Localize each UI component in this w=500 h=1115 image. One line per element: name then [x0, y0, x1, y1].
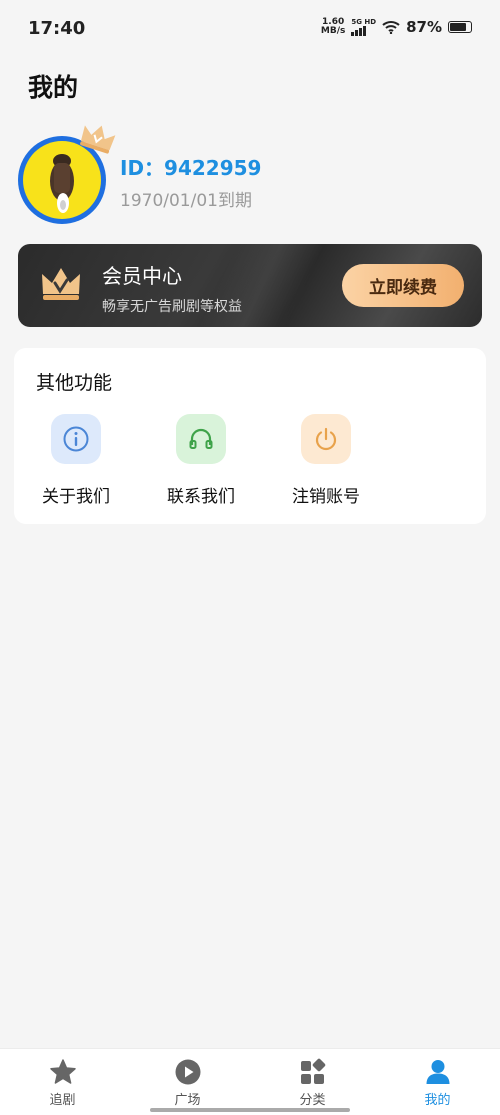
vip-title: 会员中心 [102, 264, 182, 288]
signal-icon: 5G HD [351, 18, 376, 36]
page-title: 我的 [28, 73, 79, 102]
tab-square[interactable]: 广场 [125, 1049, 250, 1115]
home-indicator [150, 1108, 350, 1112]
info-icon [51, 414, 101, 464]
user-icon [426, 1060, 449, 1084]
tab-square-label: 广场 [174, 1093, 201, 1108]
avatar-image [50, 154, 74, 213]
about-us-label: 关于我们 [42, 487, 110, 507]
headset-icon [176, 414, 226, 464]
renew-button[interactable]: 立即续费 [342, 264, 464, 307]
section-title: 其他功能 [36, 372, 113, 394]
battery-percent: 87% [406, 18, 442, 36]
network-speed: 1.60 MB/s [320, 17, 346, 36]
category-icon [300, 1058, 325, 1084]
tab-follow-label: 追剧 [49, 1093, 76, 1108]
membership-expiry: 1970/01/01到期 [120, 191, 252, 211]
user-id: ID：9422959 [120, 156, 262, 180]
delete-account-label: 注销账号 [292, 487, 360, 507]
star-icon [49, 1059, 76, 1084]
tab-follow[interactable]: 追剧 [0, 1049, 125, 1115]
other-functions-card: 其他功能 关于我们 联系我们 注销账号 [14, 348, 486, 524]
vip-subtitle: 畅享无广告刷剧等权益 [102, 299, 242, 315]
tab-mine[interactable]: 我的 [375, 1049, 500, 1115]
battery-icon [448, 21, 472, 33]
delete-account-button[interactable]: 注销账号 [276, 414, 376, 507]
crown-icon [42, 268, 80, 300]
about-us-button[interactable]: 关于我们 [26, 414, 126, 507]
wifi-icon [382, 21, 400, 34]
status-icons: 1.60 MB/s 5G HD 87% [321, 18, 472, 36]
play-icon [175, 1059, 200, 1085]
bottom-tab-bar: 追剧 广场 分类 我的 [0, 1048, 500, 1115]
power-icon [301, 414, 351, 464]
contact-us-label: 联系我们 [167, 487, 235, 507]
contact-us-button[interactable]: 联系我们 [151, 414, 251, 507]
status-time: 17:40 [28, 18, 86, 39]
tab-category[interactable]: 分类 [250, 1049, 375, 1115]
vip-center-card[interactable]: 会员中心 畅享无广告刷剧等权益 立即续费 [18, 244, 482, 327]
profile-section: ID：9422959 1970/01/01到期 [18, 122, 488, 232]
tab-mine-label: 我的 [424, 1093, 451, 1108]
tab-category-label: 分类 [299, 1093, 326, 1108]
status-bar: 17:40 1.60 MB/s 5G HD 87% [0, 0, 500, 60]
